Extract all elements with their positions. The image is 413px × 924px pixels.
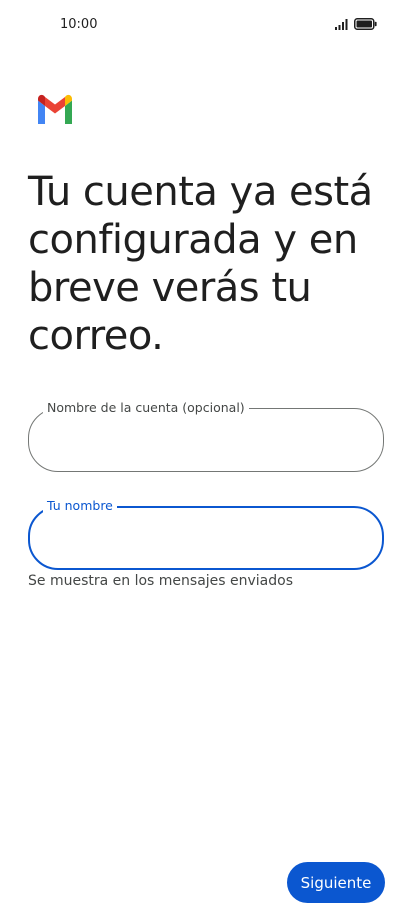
gmail-logo-icon xyxy=(38,94,72,124)
your-name-field[interactable]: Tu nombre xyxy=(28,498,384,570)
status-bar: 10:00 xyxy=(0,0,413,52)
account-name-input[interactable] xyxy=(47,425,365,455)
battery-icon xyxy=(354,18,377,30)
next-button[interactable]: Siguiente xyxy=(287,862,385,903)
page-title: Tu cuenta ya está configurada y en breve… xyxy=(28,169,373,359)
your-name-helper-text: Se muestra en los mensajes enviados xyxy=(28,573,294,589)
status-time: 10:00 xyxy=(60,17,98,32)
status-icons xyxy=(335,18,377,30)
signal-bars-icon xyxy=(335,18,348,30)
account-name-field[interactable]: Nombre de la cuenta (opcional) xyxy=(28,400,384,472)
account-name-label: Nombre de la cuenta (opcional) xyxy=(43,400,249,416)
your-name-input[interactable] xyxy=(48,524,364,552)
your-name-label: Tu nombre xyxy=(43,498,117,514)
